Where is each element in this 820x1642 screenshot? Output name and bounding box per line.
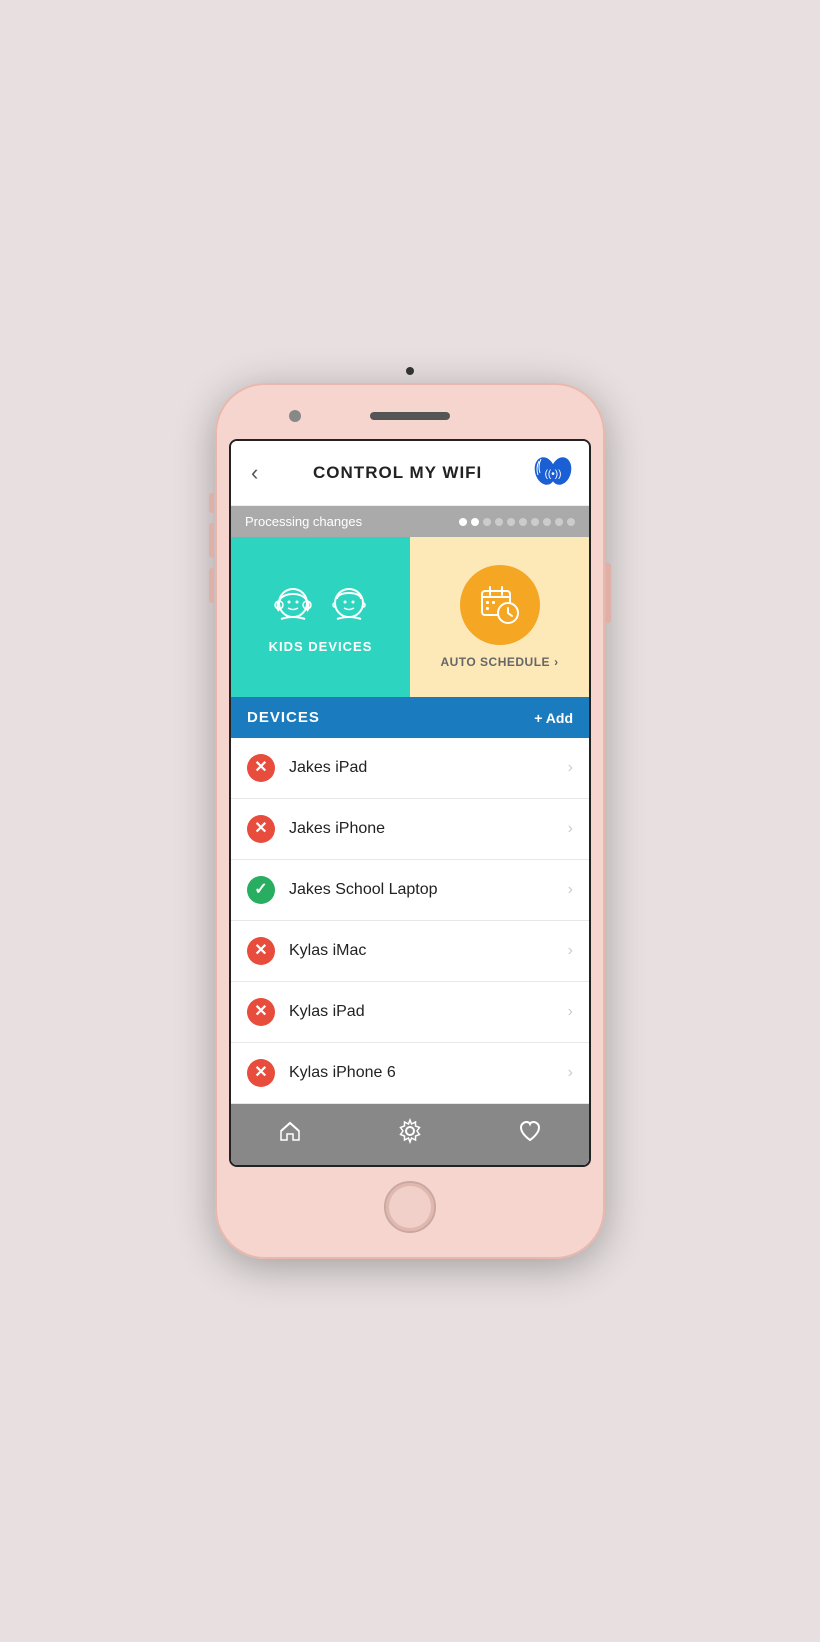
progress-dot-4	[495, 518, 503, 526]
table-row[interactable]: ✕ Kylas iPhone 6 ›	[231, 1043, 589, 1104]
schedule-circle	[460, 565, 540, 645]
blocked-icon: ✕	[254, 1065, 267, 1081]
chevron-right-icon: ›	[568, 942, 573, 960]
blocked-icon: ✕	[254, 760, 267, 776]
status-badge-blocked: ✕	[247, 937, 275, 965]
device-name: Jakes School Laptop	[289, 881, 568, 899]
progress-dot-6	[519, 518, 527, 526]
progress-dot-1	[459, 518, 467, 526]
progress-dot-8	[543, 518, 551, 526]
chevron-right-icon: ›	[568, 1003, 573, 1021]
table-row[interactable]: ✓ Jakes School Laptop ›	[231, 860, 589, 921]
chevron-right-icon: ›	[568, 881, 573, 899]
table-row[interactable]: ✕ Kylas iMac ›	[231, 921, 589, 982]
progress-dot-7	[531, 518, 539, 526]
status-badge-blocked: ✕	[247, 1059, 275, 1087]
progress-dot-10	[567, 518, 575, 526]
svg-text:((•)): ((•))	[545, 469, 562, 480]
status-badge-blocked: ✕	[247, 754, 275, 782]
progress-dots	[459, 518, 575, 526]
status-badge-allowed: ✓	[247, 876, 275, 904]
allowed-icon: ✓	[254, 882, 267, 898]
devices-title: DEVICES	[247, 709, 320, 726]
schedule-icon	[478, 583, 522, 627]
kids-devices-panel[interactable]: KIDS DEVICES	[231, 537, 410, 697]
kids-icons	[269, 581, 373, 629]
device-name: Kylas iPad	[289, 1003, 568, 1021]
table-row[interactable]: ✕ Jakes iPhone ›	[231, 799, 589, 860]
app-header: ‹ CONTROL MY WIFI ((•))	[231, 441, 589, 506]
auto-schedule-panel[interactable]: AUTO SCHEDULE ›	[410, 537, 589, 697]
progress-dot-2	[471, 518, 479, 526]
home-icon	[278, 1119, 302, 1150]
table-row[interactable]: ✕ Jakes iPad ›	[231, 738, 589, 799]
boy-icon	[325, 581, 373, 629]
blocked-icon: ✕	[254, 821, 267, 837]
blocked-icon: ✕	[254, 943, 267, 959]
favorites-nav-button[interactable]	[502, 1115, 558, 1154]
page-title: CONTROL MY WIFI	[313, 463, 482, 483]
heart-icon	[518, 1119, 542, 1150]
blocked-icon: ✕	[254, 1004, 267, 1020]
girl-icon	[269, 581, 317, 629]
panels-section: KIDS DEVICES	[231, 537, 589, 697]
chevron-right-icon: ›	[568, 759, 573, 777]
home-button[interactable]	[384, 1181, 436, 1233]
device-name: Jakes iPad	[289, 759, 568, 777]
progress-dot-5	[507, 518, 515, 526]
progress-dot-9	[555, 518, 563, 526]
progress-text: Processing changes	[245, 514, 362, 529]
front-camera	[289, 410, 301, 422]
phone-frame: ‹ CONTROL MY WIFI ((•)) Processing chang…	[215, 383, 605, 1259]
status-badge-blocked: ✕	[247, 998, 275, 1026]
auto-schedule-label: AUTO SCHEDULE ›	[440, 655, 558, 669]
power-button	[606, 563, 611, 623]
device-list: ✕ Jakes iPad › ✕ Jakes iPhone › ✓ Jakes …	[231, 738, 589, 1104]
status-badge-blocked: ✕	[247, 815, 275, 843]
bottom-nav	[231, 1104, 589, 1165]
chevron-right-icon: ›	[568, 1064, 573, 1082]
progress-bar: Processing changes	[231, 506, 589, 537]
progress-dot-3	[483, 518, 491, 526]
phone-top-bar	[229, 401, 591, 431]
home-nav-button[interactable]	[262, 1115, 318, 1154]
mute-button	[209, 493, 214, 513]
volume-down-button	[209, 568, 214, 603]
devices-header: DEVICES + Add	[231, 697, 589, 738]
settings-nav-button[interactable]	[381, 1114, 439, 1155]
device-name: Kylas iPhone 6	[289, 1064, 568, 1082]
app-logo: ((•))	[533, 453, 573, 493]
add-device-button[interactable]: + Add	[534, 710, 573, 726]
chevron-right-icon: ›	[568, 820, 573, 838]
device-name: Kylas iMac	[289, 942, 568, 960]
back-button[interactable]: ‹	[247, 460, 262, 486]
device-name: Jakes iPhone	[289, 820, 568, 838]
phone-dot	[406, 367, 414, 375]
kids-devices-label: KIDS DEVICES	[269, 639, 373, 654]
volume-up-button	[209, 523, 214, 558]
phone-screen: ‹ CONTROL MY WIFI ((•)) Processing chang…	[229, 439, 591, 1167]
phone-home-area	[229, 1167, 591, 1241]
table-row[interactable]: ✕ Kylas iPad ›	[231, 982, 589, 1043]
earpiece-speaker	[370, 412, 450, 420]
settings-icon	[397, 1118, 423, 1151]
